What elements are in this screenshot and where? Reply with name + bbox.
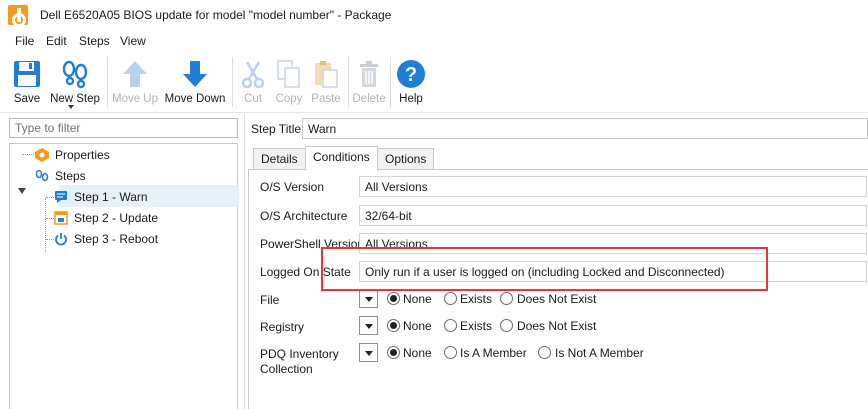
help-icon: ?: [397, 60, 425, 88]
left-panel: Properties Steps Step 1 - Warn: [0, 114, 245, 409]
window-title: Dell E6520A05 BIOS update for model "mod…: [40, 8, 392, 22]
tab-details[interactable]: Details: [253, 148, 306, 170]
pdq-package-window: Dell E6520A05 BIOS update for model "mod…: [0, 0, 868, 409]
pdq-option-label: Is Not A Member: [555, 346, 644, 360]
move-up-label: Move Up: [111, 93, 159, 105]
pdq-radio-is-a-member[interactable]: [444, 346, 457, 359]
save-icon: [14, 61, 40, 87]
installer-icon: [54, 211, 68, 225]
pdq-deploy-icon: [8, 5, 28, 27]
collection-label: Collection: [260, 362, 313, 376]
copy-icon: [277, 60, 300, 88]
menu-bar: File Edit Steps View: [0, 31, 868, 51]
copy-label: Copy: [275, 93, 303, 105]
message-icon: [55, 191, 67, 203]
file-radio-none[interactable]: [387, 292, 400, 305]
toolbar-separator: [107, 57, 108, 107]
paste-label: Paste: [311, 93, 341, 105]
properties-icon: [35, 148, 49, 162]
title-bar: Dell E6520A05 BIOS update for model "mod…: [0, 0, 868, 30]
paste-button[interactable]: Paste: [308, 53, 344, 111]
arrow-up-icon: [123, 61, 147, 87]
tree-connector: [46, 218, 54, 219]
tree-item-label: Step 3 - Reboot: [74, 232, 159, 246]
tab-conditions[interactable]: Conditions: [305, 146, 378, 171]
file-radio-exists[interactable]: [444, 292, 457, 305]
registry-dropdown-button[interactable]: [359, 316, 378, 335]
registry-radio-none[interactable]: [387, 319, 400, 332]
new-step-label: New Step: [50, 93, 100, 105]
step-title-input[interactable]: Warn: [302, 118, 868, 139]
file-option-label: Exists: [460, 292, 493, 306]
footsteps-icon: [35, 169, 49, 182]
scissors-icon: [241, 61, 265, 89]
registry-option-label: Does Not Exist: [517, 319, 597, 333]
toolbar: Save New Step Move Up Move Down Cut Copy…: [0, 53, 868, 113]
filter-input[interactable]: [9, 118, 238, 138]
help-button[interactable]: ? Help: [394, 53, 428, 111]
move-down-button[interactable]: Move Down: [162, 53, 228, 111]
menu-steps[interactable]: Steps: [79, 34, 110, 48]
file-option-label: Does Not Exist: [517, 292, 597, 306]
os-version-select[interactable]: All Versions: [359, 176, 867, 197]
registry-radio-does-not-exist[interactable]: [500, 319, 513, 332]
move-up-button[interactable]: Move Up: [110, 53, 160, 111]
save-button[interactable]: Save: [6, 53, 48, 111]
os-version-label: O/S Version: [260, 180, 325, 194]
package-tree: Properties Steps Step 1 - Warn Step 2 - …: [9, 143, 239, 409]
new-step-button[interactable]: New Step: [48, 53, 102, 111]
menu-edit[interactable]: Edit: [46, 34, 67, 48]
tree-connector: [46, 197, 54, 198]
tree-connector: [46, 239, 54, 240]
pdq-radio-is-not-a-member[interactable]: [538, 346, 551, 359]
pdq-inventory-label: PDQ Inventory: [260, 347, 339, 361]
tree-connector: [45, 198, 46, 252]
toolbar-separator: [232, 57, 233, 107]
power-icon: [55, 233, 67, 246]
svg-text:?: ?: [405, 64, 417, 86]
file-option-label: None: [403, 292, 432, 306]
menu-file[interactable]: File: [15, 34, 34, 48]
registry-radio-exists[interactable]: [444, 319, 457, 332]
toolbar-separator: [390, 57, 391, 107]
pdq-radio-none[interactable]: [387, 346, 400, 359]
cut-button[interactable]: Cut: [237, 53, 269, 111]
os-architecture-select[interactable]: 32/64-bit: [359, 205, 867, 226]
save-label: Save: [13, 93, 41, 105]
tree-item-label: Properties: [55, 148, 110, 162]
paste-icon: [315, 61, 338, 88]
annotation-highlight-box: [321, 247, 768, 291]
tree-item-label: Step 1 - Warn: [74, 190, 148, 204]
collapse-icon[interactable]: [18, 188, 26, 194]
move-down-label: Move Down: [164, 93, 226, 105]
menu-view[interactable]: View: [120, 34, 146, 48]
pdq-collection-dropdown-button[interactable]: [359, 343, 378, 362]
registry-option-label: None: [403, 319, 432, 333]
file-dropdown-button[interactable]: [359, 289, 378, 308]
pdq-option-label: None: [403, 346, 432, 360]
tree-item-label: Steps: [55, 169, 86, 183]
registry-option-label: Exists: [460, 319, 493, 333]
os-architecture-label: O/S Architecture: [260, 209, 348, 223]
trash-icon: [360, 61, 378, 87]
help-label: Help: [399, 93, 423, 105]
copy-button[interactable]: Copy: [271, 53, 307, 111]
pdq-option-label: Is A Member: [460, 346, 527, 360]
delete-label: Delete: [352, 93, 386, 105]
tree-connector: [22, 154, 34, 155]
file-radio-does-not-exist[interactable]: [500, 292, 513, 305]
registry-label: Registry: [260, 320, 305, 334]
footsteps-icon: [62, 60, 88, 89]
delete-button[interactable]: Delete: [350, 53, 388, 111]
cut-label: Cut: [244, 93, 262, 105]
tree-item-label: Step 2 - Update: [74, 211, 159, 225]
new-step-dropdown-icon[interactable]: [68, 105, 74, 109]
toolbar-separator: [348, 57, 349, 107]
arrow-down-icon: [183, 61, 207, 87]
step-title-label: Step Title: [251, 122, 302, 136]
tab-options[interactable]: Options: [377, 148, 435, 170]
file-label: File: [260, 293, 280, 307]
